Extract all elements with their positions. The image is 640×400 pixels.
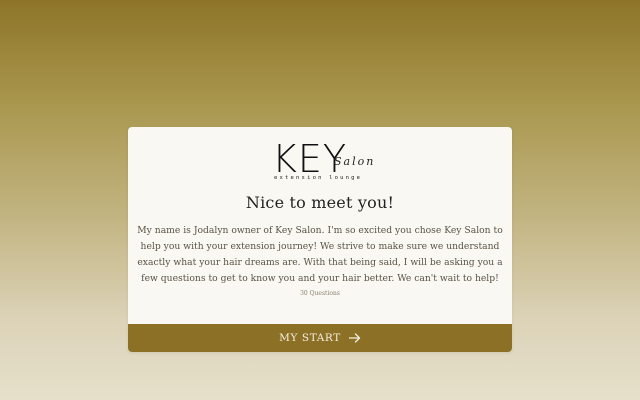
intro-card: KEY Salon extension lounge Nice to meet … (128, 127, 512, 352)
start-button-label: MY START (279, 332, 341, 344)
page-title: Nice to meet you! (245, 193, 395, 212)
logo-salon-script: Salon (334, 155, 376, 168)
start-button[interactable]: MY START (128, 324, 512, 352)
logo-tagline: extension lounge (274, 175, 363, 181)
question-count: 30 Questions (300, 290, 340, 297)
arrow-right-icon (348, 333, 361, 343)
key-salon-logo: KEY Salon extension lounge (128, 137, 512, 185)
intro-description: My name is Jodalyn owner of Key Salon. I… (137, 225, 503, 284)
